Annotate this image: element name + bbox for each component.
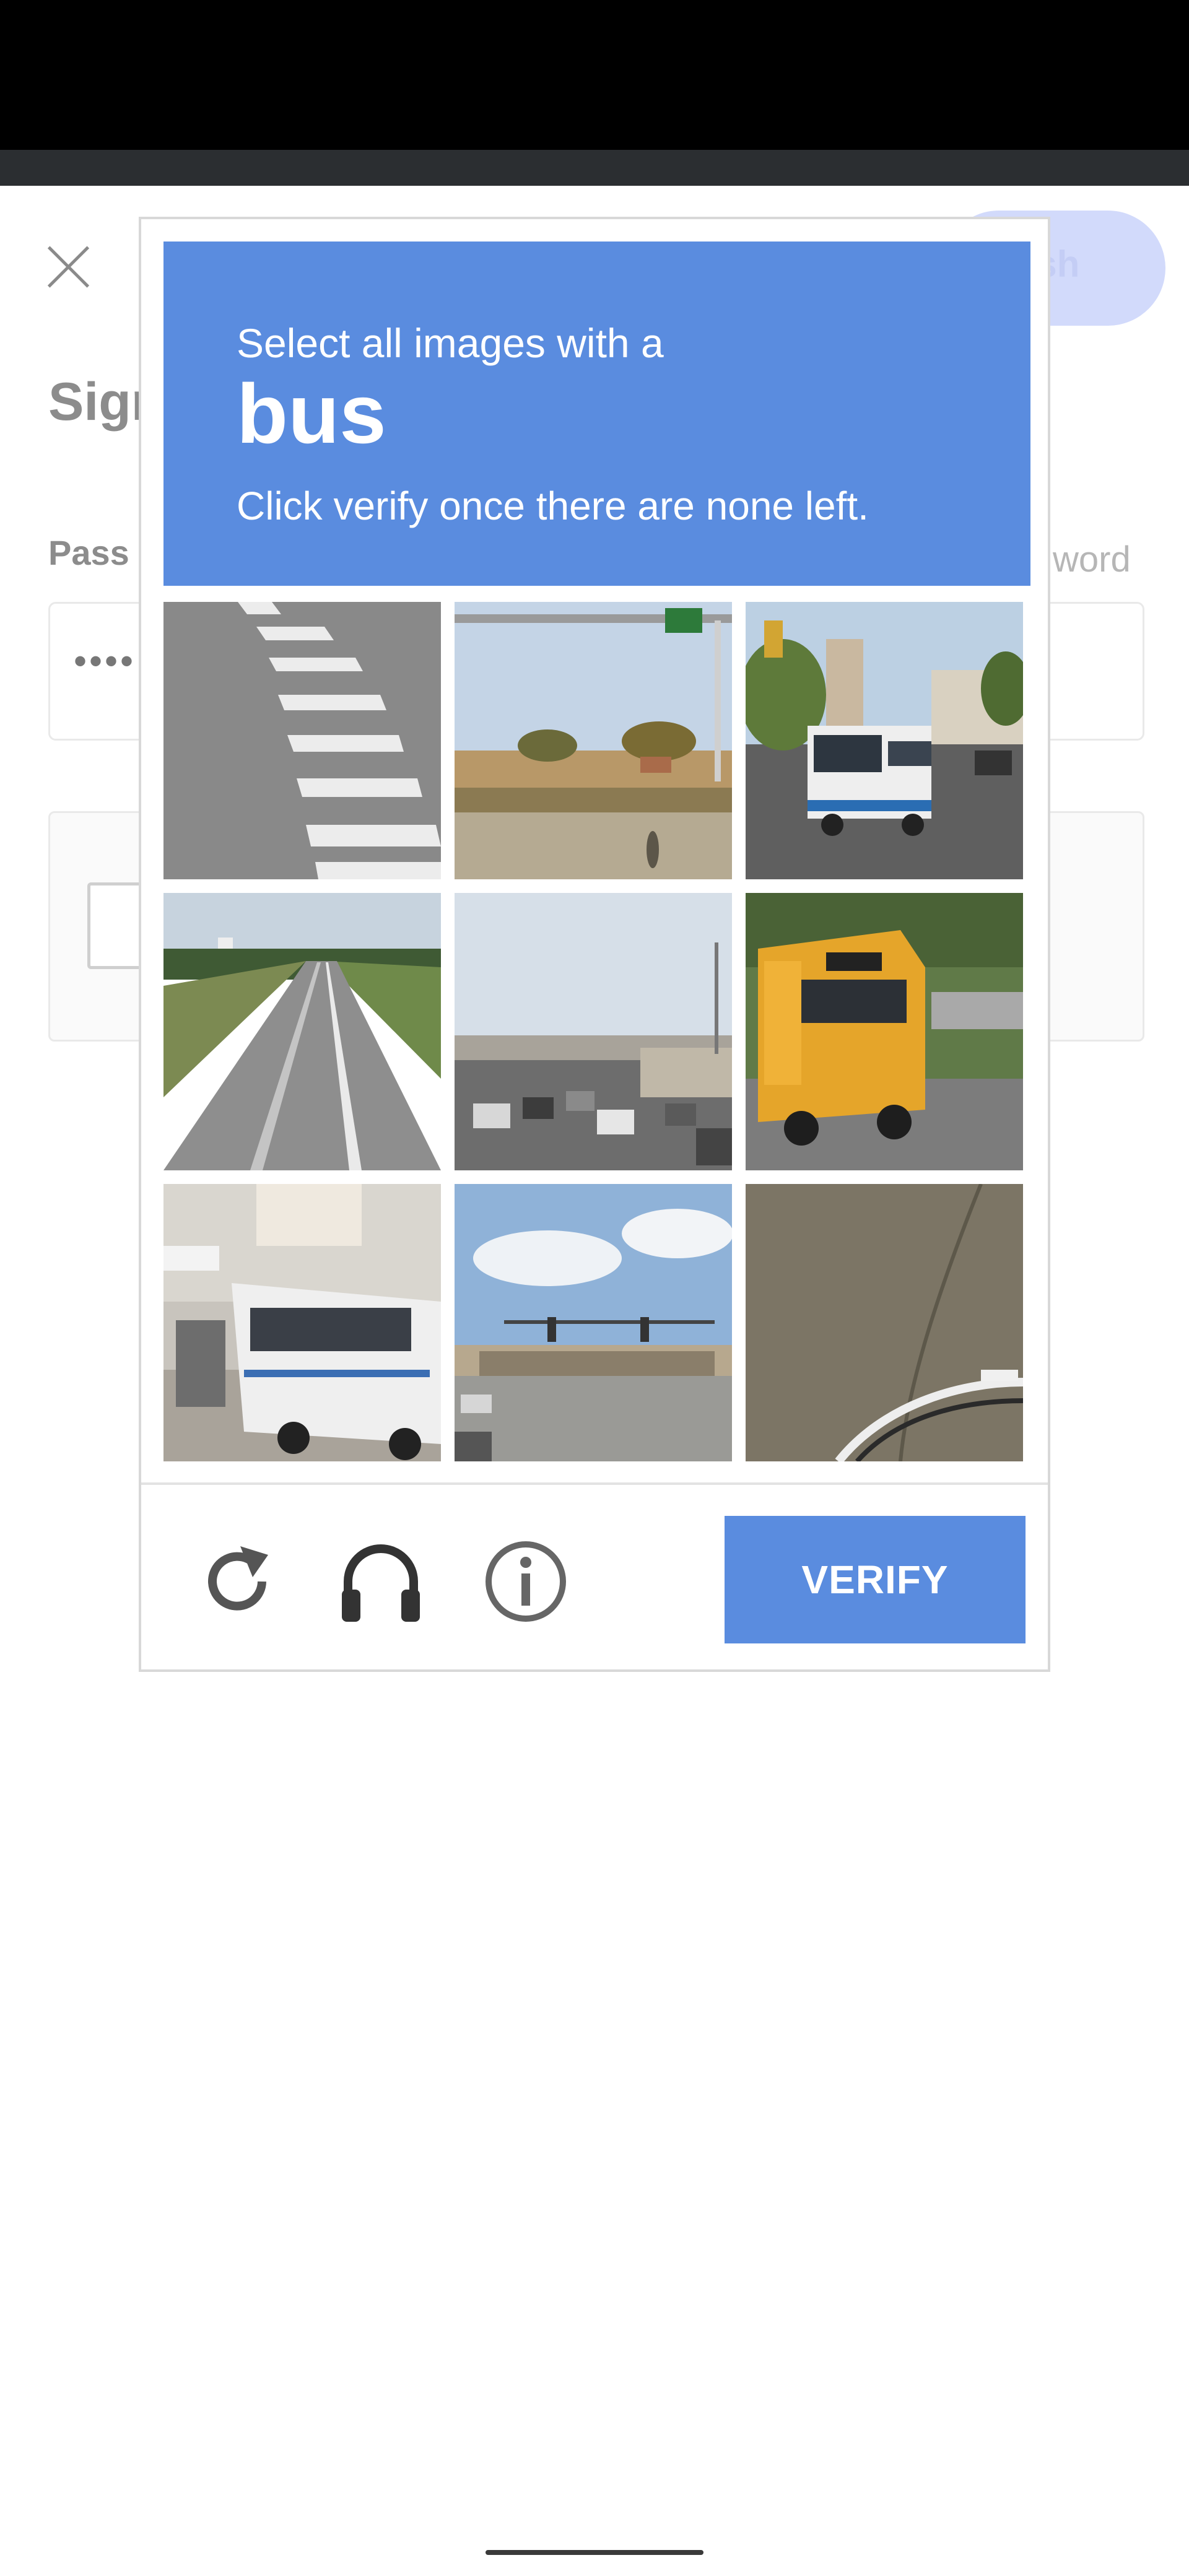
captcha-modal: Select all images with a bus Click verif… [139, 217, 1050, 1672]
home-indicator[interactable] [486, 2550, 703, 2555]
password-mask: •••• [74, 640, 136, 682]
school-bus-image [746, 893, 1023, 1170]
captcha-tile-8[interactable] [455, 1184, 732, 1461]
instruction-line2: Click verify once there are none left. [237, 484, 869, 528]
info-icon[interactable] [479, 1535, 572, 1628]
status-bar [0, 0, 1189, 150]
city-bus-curb-image [163, 1184, 441, 1461]
close-icon[interactable] [43, 242, 93, 291]
captcha-instruction-banner: Select all images with a bus Click verif… [163, 242, 1030, 586]
city-bus-image [746, 602, 1023, 879]
crosswalk-image [163, 602, 441, 879]
captcha-tile-2[interactable] [455, 602, 732, 879]
captcha-tile-4[interactable] [163, 893, 441, 1170]
headphones-icon[interactable] [334, 1535, 427, 1628]
reload-icon[interactable] [191, 1535, 284, 1628]
captcha-tile-9[interactable] [746, 1184, 1023, 1461]
traffic-light-intersection-image [455, 1184, 732, 1461]
target-object: bus [237, 367, 386, 461]
captcha-tile-5[interactable] [455, 893, 732, 1170]
password-label: Pass [48, 533, 129, 572]
intersection-cars-image [455, 893, 732, 1170]
captcha-tile-6[interactable] [746, 893, 1023, 1170]
pavement-bicycle-image [746, 1184, 1023, 1461]
captcha-tile-1[interactable] [163, 602, 441, 879]
forgot-password-link[interactable]: word [1053, 539, 1131, 580]
captcha-tile-3[interactable] [746, 602, 1023, 879]
highway-image [163, 893, 441, 1170]
overpass-field-image [455, 602, 732, 879]
verify-button[interactable]: VERIFY [725, 1516, 1026, 1643]
instruction-line1: Select all images with a [237, 320, 664, 366]
captcha-tile-7[interactable] [163, 1184, 441, 1461]
header-strip [0, 150, 1189, 186]
footer-divider [141, 1482, 1048, 1485]
